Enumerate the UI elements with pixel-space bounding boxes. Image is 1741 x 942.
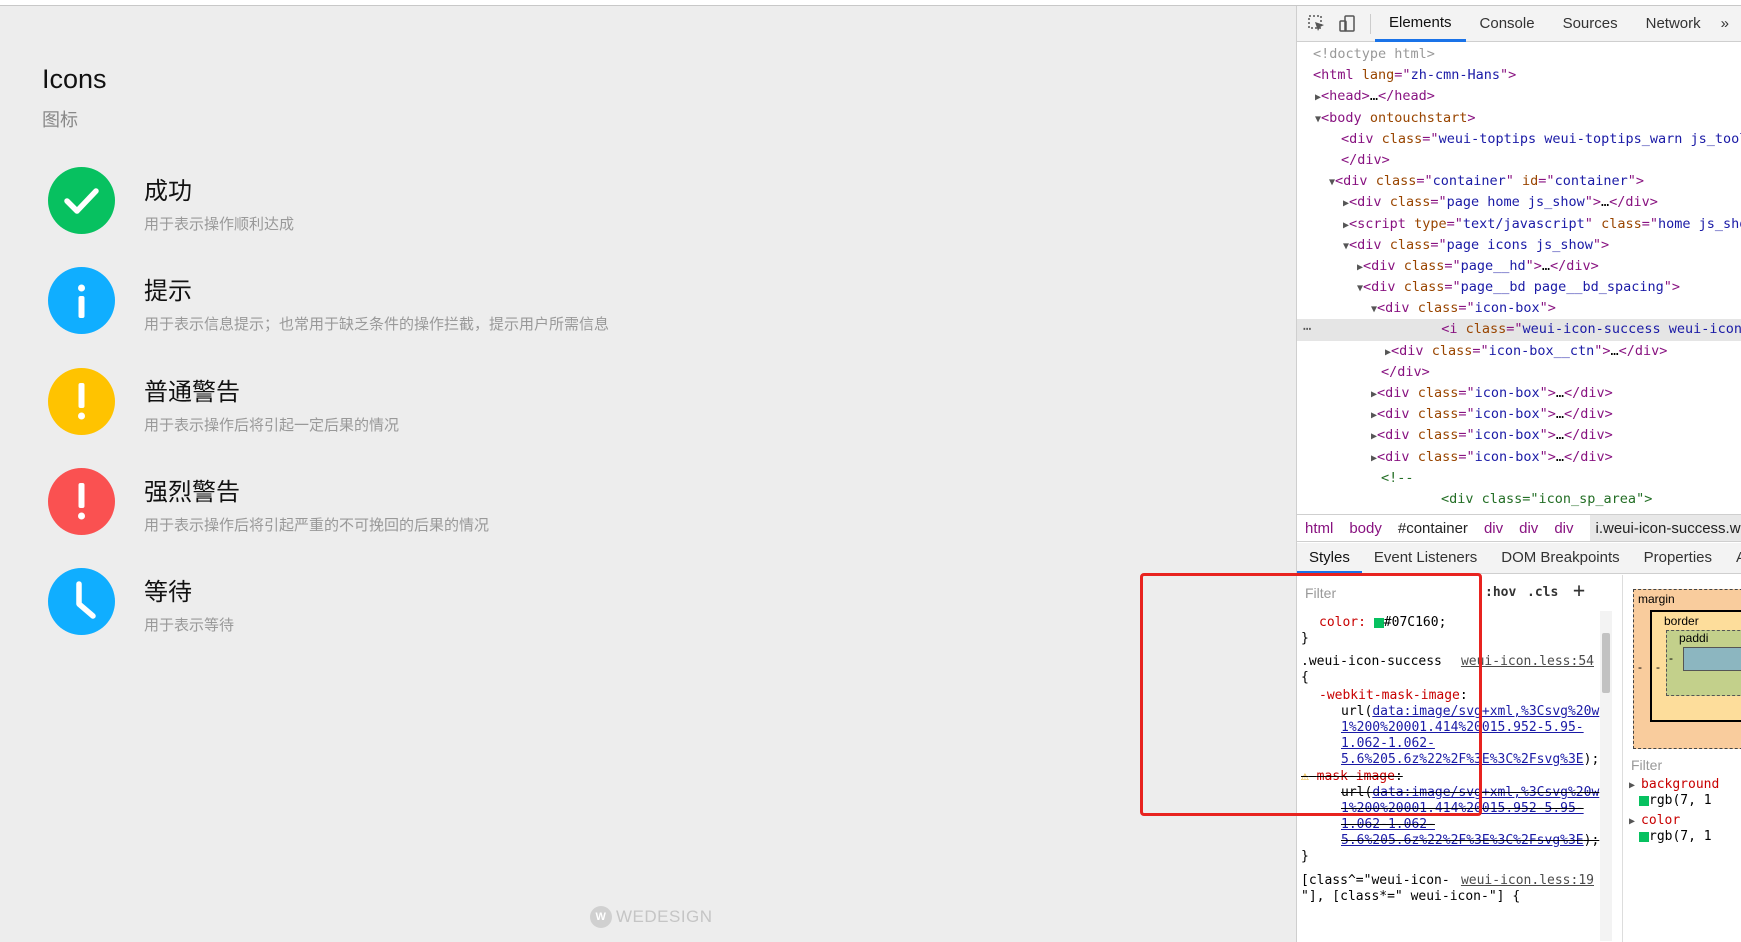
tab-elements[interactable]: Elements: [1375, 6, 1466, 42]
dom-node[interactable]: ▶<div class="icon-box">…</div>: [1297, 404, 1741, 425]
warn-icon: [48, 468, 115, 535]
warn-icon: [48, 368, 115, 435]
dom-comment[interactable]: <div class="icon_sp_area">: [1297, 489, 1741, 510]
icon-box-info: 提示 用于表示信息提示；也常用于缺乏条件的操作拦截，提示用户所需信息: [48, 267, 1048, 347]
icon-box-desc: 用于表示等待: [144, 617, 235, 634]
crumb-body[interactable]: body: [1349, 515, 1382, 541]
tab-network[interactable]: Network: [1632, 6, 1715, 42]
icon-box-waiting: 等待 用于表示等待: [48, 568, 1048, 648]
devtools-tabs: Elements Console Sources Network »: [1375, 6, 1735, 42]
check-icon: [48, 167, 115, 234]
info-icon: [48, 267, 115, 334]
dom-node[interactable]: ▼<body ontouchstart>: [1297, 108, 1741, 129]
new-rule-button[interactable]: +: [1573, 578, 1585, 602]
more-tabs-button[interactable]: »: [1715, 6, 1735, 42]
icon-box-title: 提示: [144, 278, 192, 305]
dom-node[interactable]: </div>: [1297, 150, 1741, 171]
dom-node[interactable]: ▶<div class="page__hd">…</div>: [1297, 256, 1741, 277]
dom-node[interactable]: ▶<div class="icon-box">…</div>: [1297, 383, 1741, 404]
device-toggle-icon[interactable]: [1337, 14, 1357, 34]
icon-box-title: 普通警告: [144, 379, 240, 406]
style-value[interactable]: 1.062-1.062-: [1341, 817, 1435, 833]
clock-icon: [48, 568, 115, 635]
computed-value: rgb(7, 1: [1639, 829, 1712, 844]
wedesign-logo-icon: W: [590, 906, 612, 928]
crumb-container[interactable]: #container: [1398, 515, 1468, 541]
icon-box-success: 成功 用于表示操作顺利达成: [48, 167, 1048, 247]
computed-value: rgb(7, 1: [1639, 793, 1712, 808]
breadcrumb: html body #container div div div i.weui-…: [1297, 514, 1741, 542]
dom-node[interactable]: <div class="weui-toptips weui-toptips_wa…: [1297, 129, 1741, 150]
icon-box-title: 成功: [144, 178, 192, 205]
box-margin[interactable]: margin - border - paddi -: [1633, 589, 1741, 749]
rule-selector[interactable]: [class^="weui-icon-: [1301, 873, 1450, 889]
toolbar-separator: [1370, 14, 1371, 34]
dom-node[interactable]: ▼<div class="container" id="container">: [1297, 171, 1741, 192]
icon-box-title: 等待: [144, 579, 192, 606]
icon-box-desc: 用于表示操作后将引起严重的不可挽回的后果的情况: [144, 517, 490, 534]
box-padding[interactable]: paddi -: [1666, 630, 1741, 696]
page-title: Icons: [42, 64, 107, 94]
icon-box-desc: 用于表示信息提示；也常用于缺乏条件的操作拦截，提示用户所需信息: [144, 316, 610, 333]
box-content[interactable]: [1683, 647, 1741, 671]
tab-styles[interactable]: Styles: [1297, 543, 1362, 573]
cls-toggle[interactable]: .cls: [1527, 581, 1558, 605]
dom-node[interactable]: ▼<div class="page__bd page__bd_spacing">: [1297, 277, 1741, 298]
computed-property[interactable]: ▶ color: [1629, 813, 1680, 828]
dom-node-selected[interactable]: ⋯ <i class="weui-icon-success weui-icon_…: [1297, 319, 1741, 341]
dom-node[interactable]: ▼<div class="page icons js_show">: [1297, 235, 1741, 256]
devtools-toolbar: Elements Console Sources Network »: [1297, 6, 1741, 42]
tab-dom-breakpoints[interactable]: DOM Breakpoints: [1489, 543, 1631, 573]
icon-box-desc: 用于表示操作后将引起一定后果的情况: [144, 417, 400, 434]
inspect-element-icon[interactable]: [1307, 14, 1327, 34]
dom-node[interactable]: ▶<div class="page home js_show">…</div>: [1297, 192, 1741, 213]
styles-tabs: Styles Event Listeners DOM Breakpoints P…: [1297, 543, 1741, 574]
rule-selector[interactable]: "], [class*=" weui-icon-"] {: [1301, 889, 1520, 905]
dom-node[interactable]: ▶<div class="icon-box__ctn">…</div>: [1297, 341, 1741, 362]
dom-node[interactable]: ▶<div class="icon-box">…</div>: [1297, 447, 1741, 468]
dom-node[interactable]: ▶<script type="text/javascript" class="h…: [1297, 214, 1741, 235]
crumb-div[interactable]: div: [1519, 515, 1538, 541]
tab-sources[interactable]: Sources: [1549, 6, 1632, 42]
dom-node[interactable]: <!doctype html>: [1297, 44, 1741, 65]
footer-brand: W WEDESIGN: [590, 906, 713, 928]
dom-comment[interactable]: <!--: [1297, 468, 1741, 489]
tab-console[interactable]: Console: [1466, 6, 1549, 42]
dom-tree: <!doctype html> <html lang="zh-cmn-Hans"…: [1297, 44, 1741, 514]
source-link[interactable]: weui-icon.less:19: [1461, 873, 1594, 888]
scrollbar-thumb[interactable]: [1602, 633, 1610, 693]
icon-box-desc: 用于表示操作顺利达成: [144, 216, 295, 233]
computed-filter-input[interactable]: Filter: [1631, 757, 1662, 773]
styles-scrollbar[interactable]: [1600, 611, 1612, 941]
dom-node[interactable]: ▶<head>…</head>: [1297, 86, 1741, 107]
weui-page: Icons 图标 成功 用于表示操作顺利达成 提示 用于表示信息提示；也常用于缺…: [0, 6, 1296, 942]
highlight-annotation-box: [1140, 573, 1482, 816]
box-border[interactable]: border - paddi -: [1650, 610, 1741, 722]
tab-properties[interactable]: Properties: [1632, 543, 1724, 573]
icon-box-warn: 普通警告 用于表示操作后将引起一定后果的情况: [48, 368, 1048, 448]
rule-close: }: [1301, 849, 1309, 864]
icon-box-title: 强烈警告: [144, 479, 240, 506]
page-subtitle: 图标: [42, 110, 78, 130]
dom-node[interactable]: ▶<div class="icon-box">…</div>: [1297, 425, 1741, 446]
footer-text: WEDESIGN: [616, 907, 713, 926]
computed-property[interactable]: ▶ background: [1629, 777, 1719, 792]
crumb-selected[interactable]: i.weui-icon-success.w: [1589, 515, 1741, 541]
crumb-div[interactable]: div: [1554, 515, 1573, 541]
tab-event-listeners[interactable]: Event Listeners: [1362, 543, 1489, 573]
icon-box-warn-strong: 强烈警告 用于表示操作后将引起严重的不可挽回的后果的情况: [48, 468, 1048, 548]
style-value[interactable]: 5.6%205.6z%22%2F%3E%3C%2Fsvg%3E);: [1341, 833, 1599, 849]
box-model: margin - border - paddi - Filter ▶ backg…: [1623, 575, 1741, 942]
tab-accessibility[interactable]: Ac: [1724, 543, 1741, 573]
crumb-html[interactable]: html: [1305, 515, 1333, 541]
dom-node[interactable]: </div>: [1297, 362, 1741, 383]
crumb-div[interactable]: div: [1484, 515, 1503, 541]
dom-node[interactable]: ▼<div class="icon-box">: [1297, 298, 1741, 319]
hov-toggle[interactable]: :hov: [1485, 581, 1516, 605]
dom-node[interactable]: <html lang="zh-cmn-Hans">: [1297, 65, 1741, 86]
